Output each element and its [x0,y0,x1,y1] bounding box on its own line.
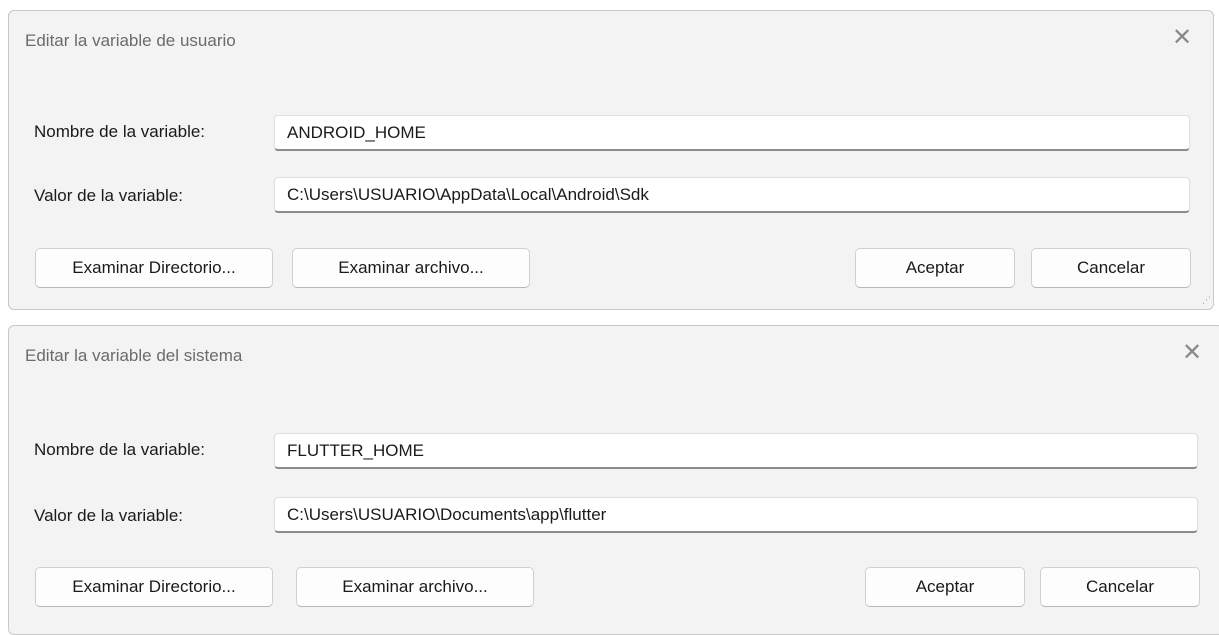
cancel-button[interactable]: Cancelar [1040,567,1200,607]
edit-user-variable-dialog: Editar la variable de usuario ✕ Nombre d… [8,10,1214,310]
browse-file-button[interactable]: Examinar archivo... [292,248,530,288]
close-icon[interactable]: ✕ [1179,340,1205,366]
accept-button[interactable]: Aceptar [855,248,1015,288]
variable-value-input[interactable] [274,497,1198,533]
variable-name-label: Nombre de la variable: [34,440,206,459]
accept-button[interactable]: Aceptar [865,567,1025,607]
variable-value-label: Valor de la variable: [34,186,183,205]
variable-name-input[interactable] [274,115,1190,151]
edit-system-variable-dialog: Editar la variable del sistema ✕ Nombre … [8,325,1219,635]
dialog-title: Editar la variable del sistema [25,346,243,365]
browse-file-button[interactable]: Examinar archivo... [296,567,534,607]
close-icon[interactable]: ✕ [1169,25,1195,51]
cancel-button[interactable]: Cancelar [1031,248,1191,288]
dialog-title: Editar la variable de usuario [25,31,236,50]
browse-directory-button[interactable]: Examinar Directorio... [35,567,273,607]
resize-grip-icon[interactable]: ⋰ [1198,294,1211,306]
variable-value-input[interactable] [274,177,1190,213]
browse-directory-button[interactable]: Examinar Directorio... [35,248,273,288]
variable-name-label: Nombre de la variable: [34,122,206,141]
variable-name-input[interactable] [274,433,1198,469]
variable-value-label: Valor de la variable: [34,506,183,525]
